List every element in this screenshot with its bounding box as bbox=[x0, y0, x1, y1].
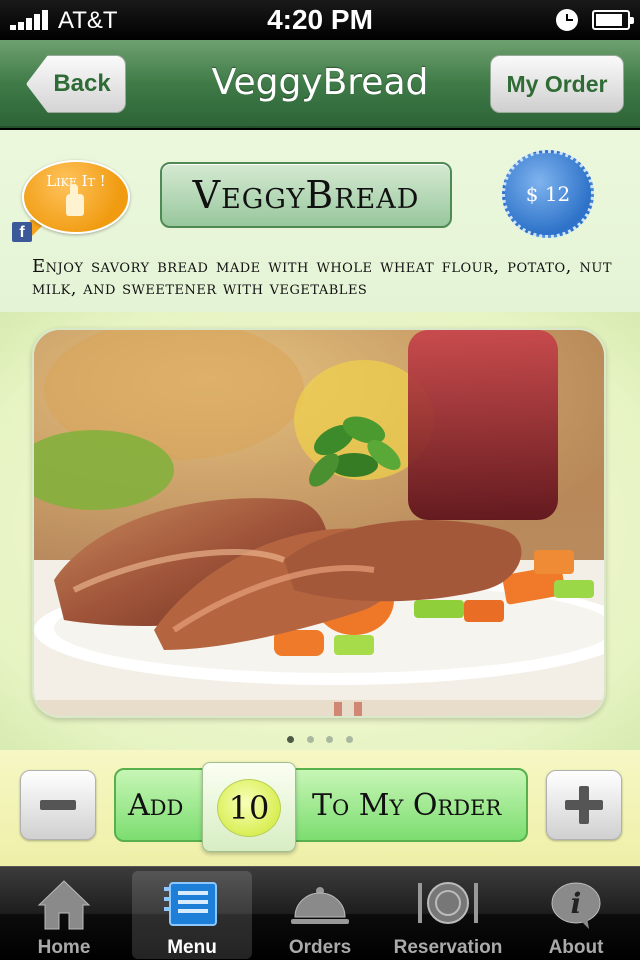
tab-home-label: Home bbox=[37, 937, 91, 958]
home-icon bbox=[37, 880, 91, 930]
tab-home[interactable]: Home bbox=[4, 871, 124, 959]
page-indicator[interactable] bbox=[0, 730, 640, 748]
page-title: VeggyBread bbox=[211, 62, 429, 103]
page-dot[interactable] bbox=[345, 736, 353, 743]
add-to-order-button[interactable]: Add To My Order bbox=[114, 768, 528, 842]
add-label: Add bbox=[128, 788, 184, 823]
quantity-value: 10 bbox=[217, 779, 281, 837]
increase-quantity-button[interactable] bbox=[546, 770, 622, 840]
navigation-bar: Back VeggyBread My Order bbox=[0, 40, 640, 128]
tab-orders-label: Orders bbox=[288, 937, 352, 958]
image-gallery[interactable] bbox=[0, 312, 640, 750]
tab-reservation-label: Reservation bbox=[393, 937, 503, 958]
tab-orders[interactable]: Orders bbox=[260, 871, 380, 959]
facebook-icon[interactable]: f bbox=[12, 222, 32, 242]
info-icon: i bbox=[551, 882, 601, 929]
menu-icon bbox=[164, 882, 217, 926]
quantity-selector[interactable]: 10 bbox=[202, 762, 296, 852]
page-dot[interactable] bbox=[287, 736, 295, 743]
to-my-order-label: To My Order bbox=[312, 788, 502, 823]
battery-icon bbox=[592, 10, 634, 30]
item-info-panel: Like It ! f VeggyBread $ 12 Enjoy savory… bbox=[0, 130, 640, 312]
tab-reservation[interactable]: Reservation bbox=[388, 871, 508, 959]
cloche-icon bbox=[291, 887, 349, 924]
alarm-clock-icon bbox=[556, 9, 578, 31]
my-order-button[interactable]: My Order bbox=[490, 55, 624, 113]
thumbs-up-icon bbox=[66, 184, 84, 216]
tab-about[interactable]: i About bbox=[516, 871, 636, 959]
tab-menu[interactable]: Menu bbox=[132, 871, 252, 959]
item-description: Enjoy savory bread made with whole wheat… bbox=[32, 256, 612, 299]
order-controls: Add To My Order bbox=[0, 750, 640, 866]
tab-bar: Home Menu Orders Reservation i About bbox=[0, 866, 640, 960]
food-photo bbox=[32, 328, 606, 718]
tab-menu-label: Menu bbox=[167, 937, 217, 958]
like-button[interactable]: Like It ! bbox=[22, 160, 130, 234]
status-time: 4:20 PM bbox=[267, 4, 373, 35]
item-name: VeggyBread bbox=[160, 162, 452, 228]
page-dot[interactable] bbox=[306, 736, 314, 743]
tab-about-label: About bbox=[548, 937, 604, 958]
plus-icon bbox=[565, 786, 603, 824]
page-dot[interactable] bbox=[326, 736, 334, 743]
back-button[interactable]: Back bbox=[26, 55, 126, 113]
svg-text:i: i bbox=[571, 887, 582, 920]
minus-icon bbox=[40, 800, 76, 810]
price-badge: $ 12 bbox=[502, 150, 594, 238]
decrease-quantity-button[interactable] bbox=[20, 770, 96, 840]
status-bar: AT&T 4:20 PM bbox=[0, 0, 640, 40]
plate-cutlery-icon bbox=[418, 882, 478, 924]
